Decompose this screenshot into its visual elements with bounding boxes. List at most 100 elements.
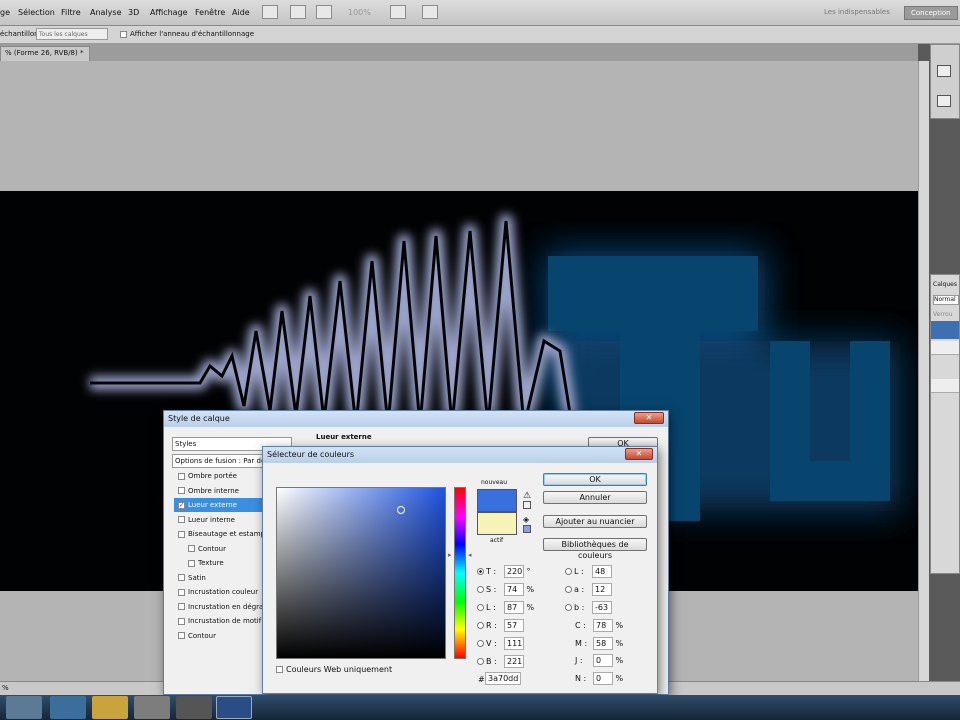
color-ok-button[interactable]: OK [543, 473, 647, 486]
rgb-V-field-row: V : 111 [477, 637, 524, 650]
layer-style-title: Style de calque [164, 411, 668, 427]
lab-a-radio[interactable] [565, 586, 572, 593]
style-checkbox[interactable]: ✓ [178, 501, 185, 509]
media-player-task-icon[interactable] [6, 696, 42, 719]
hsb-S-input[interactable]: 74 [504, 583, 524, 596]
color-field[interactable] [276, 487, 446, 659]
hex-input[interactable]: 3a70dd [485, 672, 521, 685]
grid-icon[interactable] [290, 5, 306, 19]
status-zoom[interactable]: % [2, 684, 9, 692]
photoshop-task-icon[interactable] [216, 696, 252, 719]
hue-slider[interactable] [454, 487, 466, 659]
hsb-S-field-row: S : 74 % [477, 583, 534, 596]
arrange-documents-icon[interactable] [390, 5, 406, 19]
lab-L-radio[interactable] [565, 568, 572, 575]
style-checkbox[interactable] [178, 530, 185, 538]
style-checkbox[interactable] [188, 545, 195, 552]
style-checkbox[interactable] [178, 574, 185, 581]
explorer-task-icon[interactable] [92, 696, 128, 719]
show-ring-checkbox[interactable]: Afficher l'anneau d'échantillonnage [120, 30, 254, 38]
current-color-swatch[interactable] [477, 512, 517, 535]
rgb-B-label: B : [486, 657, 497, 666]
rgb-V-input[interactable]: 111 [504, 637, 524, 650]
rgb-R-radio[interactable] [477, 622, 484, 629]
color-libraries-button[interactable]: Bibliothèques de couleurs [543, 538, 647, 560]
cmyk-C-input[interactable]: 78 [593, 619, 613, 632]
menu-selection[interactable]: Sélection [18, 8, 55, 17]
style-checkbox[interactable] [188, 559, 195, 567]
screen-mode-icon[interactable] [316, 5, 332, 19]
lab-a-field-row: a : 12 [565, 583, 612, 596]
app2-task-icon[interactable] [176, 696, 212, 719]
style-label: Contour [188, 631, 216, 640]
gamut-warning-icon[interactable]: ⚠ [523, 491, 531, 501]
hsb-L-input[interactable]: 87 [504, 601, 524, 614]
cmyk-M-field-row: M : 58 % [575, 636, 624, 650]
style-label: Incrustation couleur [188, 588, 259, 596]
cmyk-N-input[interactable]: 0 [593, 671, 613, 685]
color-picker-close-button[interactable]: ✕ [625, 448, 653, 460]
current-color-label: actif [490, 537, 504, 544]
brush-preset-icon[interactable] [937, 95, 951, 107]
color-field-cursor[interactable] [397, 506, 405, 514]
document-tab[interactable]: % (Forme 26, RVB/8) * [0, 46, 90, 61]
color-picker-dialog: Sélecteur de couleurs ✕ ▸ ◂ nouveau acti… [262, 446, 658, 694]
lab-b-radio[interactable] [565, 604, 572, 611]
workspace-design[interactable]: Conception [904, 6, 958, 20]
menu-view[interactable]: Affichage [150, 8, 188, 17]
rgb-R-input[interactable]: 57 [504, 619, 524, 632]
hsb-T-radio[interactable] [477, 568, 484, 575]
hsb-T-input[interactable]: 220 [504, 565, 524, 578]
vertical-scrollbar[interactable] [918, 61, 929, 681]
zoom-level[interactable]: 100% [348, 8, 371, 17]
guides-icon[interactable] [262, 5, 278, 19]
web-safe-icon[interactable]: ◈ [523, 515, 529, 524]
workspace-essentials[interactable]: Les indispensables [818, 6, 896, 20]
cmyk-M-input[interactable]: 58 [593, 636, 613, 650]
app-task-icon[interactable] [134, 696, 170, 719]
color-cancel-button[interactable]: Annuler [543, 491, 647, 504]
style-checkbox[interactable] [178, 603, 185, 610]
new-color-label: nouveau [481, 479, 507, 486]
style-checkbox[interactable] [178, 588, 185, 596]
lab-L-input[interactable]: 48 [592, 565, 612, 578]
layer-row-selected[interactable] [931, 321, 959, 339]
menu-image[interactable]: ge [0, 8, 10, 17]
hsb-S-radio[interactable] [477, 586, 484, 593]
lab-a-input[interactable]: 12 [592, 583, 612, 596]
sample-select[interactable]: Tous les calques [36, 28, 108, 40]
rgb-V-radio[interactable] [477, 640, 484, 647]
lab-b-input[interactable]: -63 [592, 601, 612, 614]
style-checkbox[interactable] [178, 472, 185, 480]
menu-window[interactable]: Fenêtre [195, 8, 225, 17]
rgb-B-radio[interactable] [477, 658, 484, 665]
menu-analysis[interactable]: Analyse [90, 8, 122, 17]
hex-label: # [478, 675, 485, 684]
cmyk-M-unit: % [613, 638, 624, 648]
hue-slider-left-arrow[interactable]: ▸ [448, 551, 452, 559]
mail-task-icon[interactable] [50, 696, 86, 719]
menu-filter[interactable]: Filtre [61, 8, 81, 17]
style-checkbox[interactable] [178, 632, 185, 639]
rgb-B-input[interactable]: 221 [504, 655, 524, 668]
layer-row[interactable] [931, 341, 959, 355]
style-checkbox[interactable] [178, 516, 185, 523]
menu-3d[interactable]: 3D [128, 8, 139, 17]
menu-help[interactable]: Aide [232, 8, 250, 17]
web-safe-swatch-icon[interactable] [523, 525, 531, 533]
style-checkbox[interactable] [178, 487, 185, 494]
layer-row[interactable] [931, 379, 959, 393]
extras-icon[interactable] [422, 5, 438, 19]
web-colors-only-checkbox[interactable]: Couleurs Web uniquement [276, 665, 392, 674]
histogram-icon[interactable] [937, 65, 951, 77]
blend-mode-select[interactable]: Normal [933, 295, 959, 305]
hue-slider-right-arrow[interactable]: ◂ [468, 551, 472, 559]
hsb-L-radio[interactable] [477, 604, 484, 611]
cmyk-N-label: N : [575, 673, 587, 683]
layers-title[interactable]: Calques [933, 281, 957, 288]
style-checkbox[interactable] [178, 617, 185, 625]
cmyk-J-input[interactable]: 0 [593, 654, 613, 667]
add-to-swatches-button[interactable]: Ajouter au nuancier [543, 515, 647, 528]
layer-style-close-button[interactable]: ✕ [634, 412, 664, 424]
gamut-swatch-icon[interactable] [523, 501, 531, 509]
